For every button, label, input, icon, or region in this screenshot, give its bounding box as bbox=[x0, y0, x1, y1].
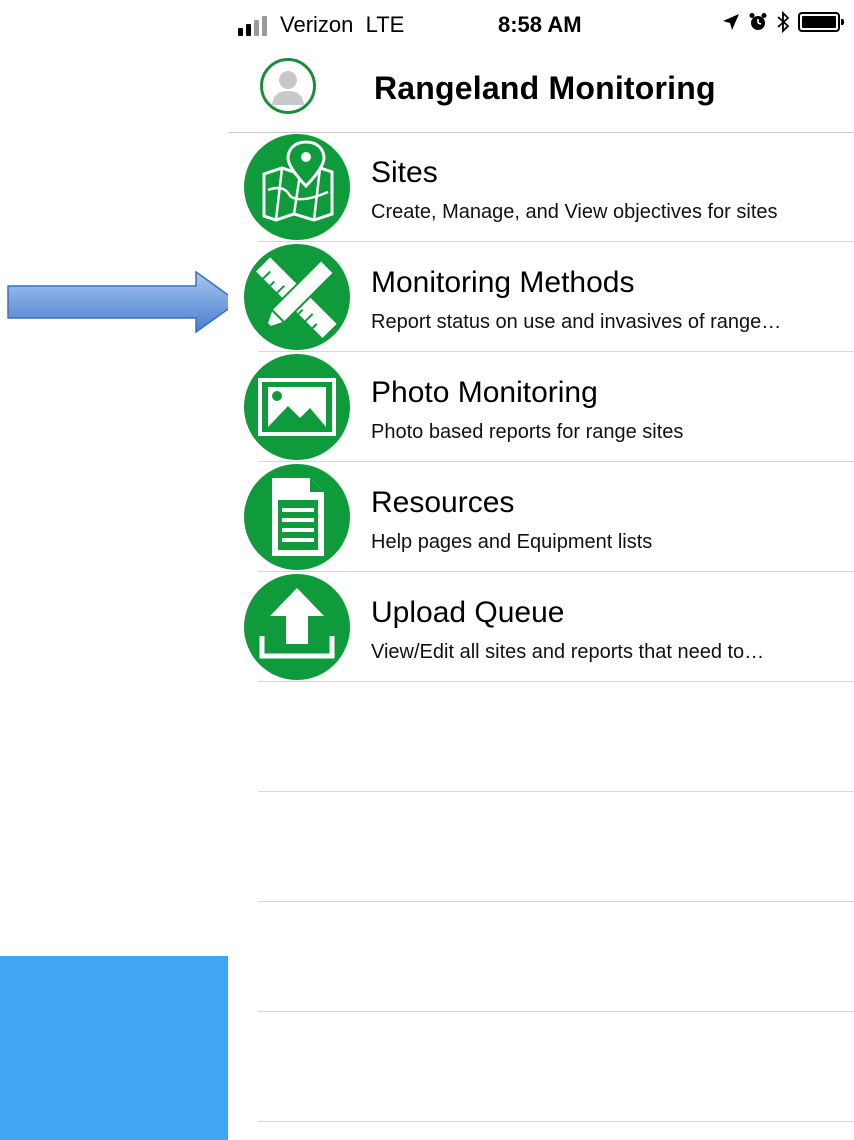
menu-item-subtitle: View/Edit all sites and reports that nee… bbox=[371, 641, 765, 663]
menu-item-title: Resources bbox=[371, 486, 515, 519]
navigation-bar: Rangeland Monitoring bbox=[228, 52, 854, 133]
menu-item-title: Monitoring Methods bbox=[371, 266, 635, 299]
document-icon bbox=[244, 464, 350, 570]
photo-icon bbox=[244, 354, 350, 460]
alarm-icon bbox=[749, 13, 767, 30]
menu-item-subtitle: Help pages and Equipment lists bbox=[371, 531, 653, 553]
menu-item-title: Sites bbox=[371, 156, 438, 189]
menu-list: Sites Create, Manage, and View objective… bbox=[228, 132, 854, 1122]
menu-item-photo-monitoring[interactable]: Photo Monitoring Photo based reports for… bbox=[228, 352, 854, 462]
battery-icon bbox=[798, 12, 844, 32]
menu-item-sites[interactable]: Sites Create, Manage, and View objective… bbox=[228, 132, 854, 242]
status-icons bbox=[722, 11, 844, 33]
annotation-box bbox=[0, 956, 228, 1140]
signal-strength-icon bbox=[238, 16, 267, 36]
menu-item-title: Upload Queue bbox=[371, 596, 565, 629]
upload-icon bbox=[244, 574, 350, 680]
menu-item-title: Photo Monitoring bbox=[371, 376, 598, 409]
phone-screen: Verizon LTE 8:58 AM Rangeland Monitoring… bbox=[228, 0, 854, 1140]
page-title: Rangeland Monitoring bbox=[374, 70, 716, 106]
empty-row bbox=[228, 1012, 854, 1122]
bluetooth-icon bbox=[777, 11, 790, 33]
map-pin-icon bbox=[244, 134, 350, 240]
menu-item-subtitle: Photo based reports for range sites bbox=[371, 421, 684, 443]
person-silhouette-icon bbox=[272, 71, 304, 105]
status-bar: Verizon LTE 8:58 AM bbox=[228, 0, 854, 52]
menu-item-monitoring-methods[interactable]: Monitoring Methods Report status on use … bbox=[228, 242, 854, 352]
menu-item-subtitle: Create, Manage, and View objectives for … bbox=[371, 201, 778, 223]
empty-row bbox=[228, 902, 854, 1012]
ruler-pencil-icon bbox=[244, 244, 350, 350]
row-separator bbox=[258, 1121, 854, 1122]
profile-avatar-icon[interactable] bbox=[260, 58, 316, 114]
annotation-arrow-shape bbox=[7, 270, 240, 334]
status-time: 8:58 AM bbox=[498, 12, 582, 37]
location-arrow-icon bbox=[723, 14, 739, 30]
menu-item-upload-queue[interactable]: Upload Queue View/Edit all sites and rep… bbox=[228, 572, 854, 682]
empty-row bbox=[228, 682, 854, 792]
menu-item-resources[interactable]: Resources Help pages and Equipment lists bbox=[228, 462, 854, 572]
network-label: LTE bbox=[365, 12, 405, 37]
empty-row bbox=[228, 792, 854, 902]
carrier-label: Verizon LTE bbox=[280, 12, 405, 37]
menu-item-subtitle: Report status on use and invasives of ra… bbox=[371, 311, 782, 333]
